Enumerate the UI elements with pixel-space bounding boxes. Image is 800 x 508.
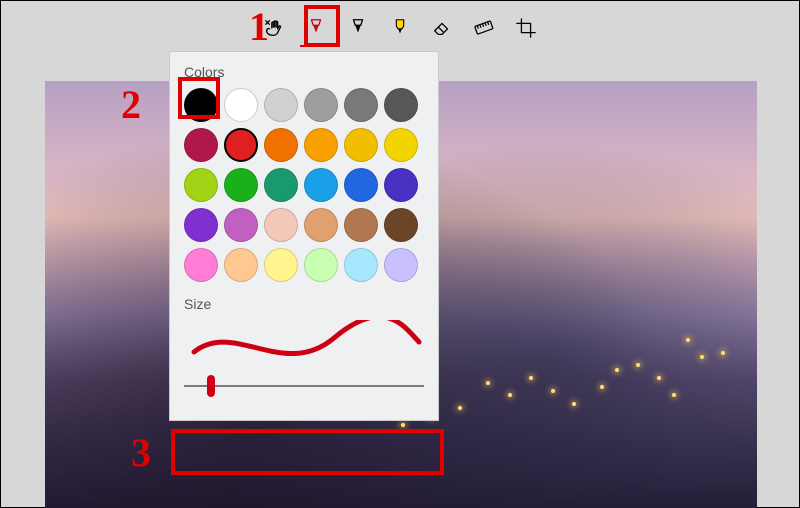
color-swatch[interactable] [184, 88, 218, 122]
color-swatch-grid [184, 88, 424, 282]
color-swatch[interactable] [184, 168, 218, 202]
ruler-icon [473, 17, 495, 39]
markup-toolbar [1, 5, 799, 51]
highlighter-icon [389, 17, 411, 39]
color-swatch[interactable] [344, 88, 378, 122]
color-swatch[interactable] [304, 168, 338, 202]
color-swatch[interactable] [384, 248, 418, 282]
color-swatch[interactable] [384, 128, 418, 162]
crop-tool[interactable] [510, 12, 542, 44]
ruler-tool[interactable] [468, 12, 500, 44]
app-window: Colors Size 1 2 3 [0, 0, 800, 508]
color-swatch[interactable] [184, 248, 218, 282]
color-swatch[interactable] [264, 168, 298, 202]
color-swatch[interactable] [384, 208, 418, 242]
color-swatch[interactable] [344, 128, 378, 162]
color-swatch[interactable] [264, 88, 298, 122]
color-swatch[interactable] [384, 168, 418, 202]
color-swatch[interactable] [384, 88, 418, 122]
slider-thumb[interactable] [207, 375, 215, 397]
color-swatch[interactable] [224, 208, 258, 242]
color-swatch[interactable] [264, 208, 298, 242]
pen-icon [305, 17, 327, 39]
color-swatch[interactable] [224, 248, 258, 282]
color-swatch[interactable] [184, 208, 218, 242]
color-swatch[interactable] [264, 128, 298, 162]
color-swatch[interactable] [304, 128, 338, 162]
color-swatch[interactable] [344, 208, 378, 242]
color-swatch[interactable] [344, 248, 378, 282]
highlighter-tool[interactable] [384, 12, 416, 44]
ballpoint-pen-tool[interactable] [300, 12, 332, 44]
color-swatch[interactable] [304, 88, 338, 122]
hand-pen-icon [263, 17, 285, 39]
slider-track [184, 385, 424, 387]
color-swatch[interactable] [304, 248, 338, 282]
color-swatch[interactable] [184, 128, 218, 162]
stroke-preview [184, 320, 424, 362]
crop-icon [515, 17, 537, 39]
colors-heading: Colors [184, 64, 424, 80]
pen-options-panel: Colors Size [169, 51, 439, 421]
size-slider[interactable] [184, 370, 424, 402]
size-heading: Size [184, 296, 424, 312]
color-swatch[interactable] [264, 248, 298, 282]
color-swatch[interactable] [344, 168, 378, 202]
color-swatch[interactable] [304, 208, 338, 242]
eraser-icon [431, 17, 453, 39]
color-swatch[interactable] [224, 128, 258, 162]
touch-writing-tool[interactable] [258, 12, 290, 44]
eraser-tool[interactable] [426, 12, 458, 44]
color-swatch[interactable] [224, 168, 258, 202]
pencil-icon [347, 17, 369, 39]
pencil-tool[interactable] [342, 12, 374, 44]
color-swatch[interactable] [224, 88, 258, 122]
